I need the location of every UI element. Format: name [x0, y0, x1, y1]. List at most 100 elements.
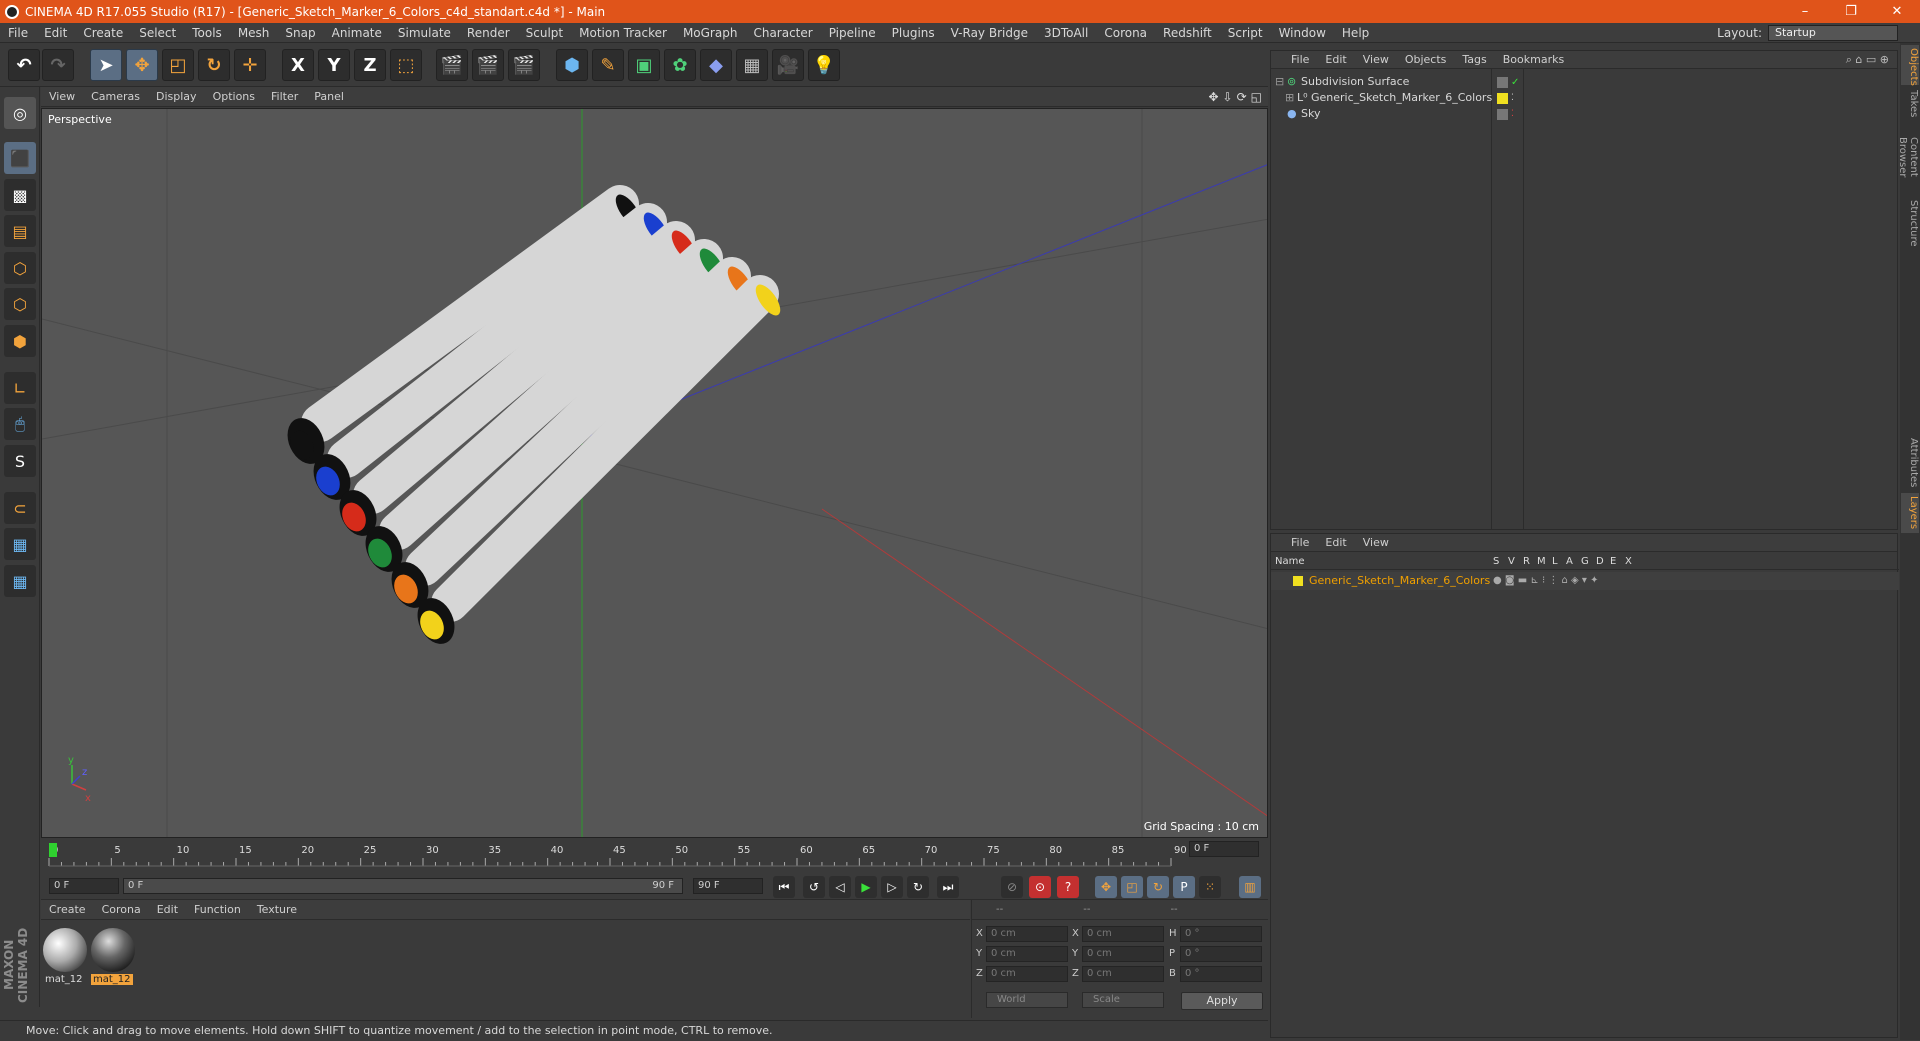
step-back-icon[interactable]: ◁	[829, 876, 851, 898]
menu-edit[interactable]: Edit	[36, 26, 75, 40]
menu-help[interactable]: Help	[1334, 26, 1377, 40]
obj-menu-view[interactable]: View	[1355, 53, 1397, 66]
undo-icon[interactable]: ↶	[8, 49, 40, 81]
layer-col-generators[interactable]: G	[1581, 556, 1589, 567]
viewport-menu-filter[interactable]: Filter	[263, 90, 306, 103]
viewport-menu-view[interactable]: View	[41, 90, 83, 103]
layer-col-deformers[interactable]: D	[1596, 556, 1604, 567]
perspective-viewport[interactable]: y x z Perspective Grid Spacing : 10 cm	[41, 108, 1268, 838]
menu-select[interactable]: Select	[131, 26, 184, 40]
viewport-pan-icon[interactable]: ✥	[1208, 90, 1218, 104]
viewport-menu-panel[interactable]: Panel	[306, 90, 352, 103]
size-mode-select[interactable]: Scale	[1082, 992, 1164, 1008]
enabled-check-icon[interactable]: ✓	[1511, 77, 1522, 88]
tab-takes[interactable]: Takes	[1901, 87, 1919, 117]
layout-select[interactable]: Startup	[1768, 25, 1898, 41]
mat-menu-edit[interactable]: Edit	[149, 903, 186, 916]
size-z-field[interactable]: 0 cm	[1082, 966, 1164, 982]
layer-menu-edit[interactable]: Edit	[1317, 536, 1354, 549]
layer-col-locked[interactable]: L	[1552, 556, 1558, 567]
rot-b-field[interactable]: 0 °	[1180, 966, 1262, 982]
last-tool-icon[interactable]: ✛	[234, 49, 266, 81]
step-forward-icon[interactable]: ▷	[881, 876, 903, 898]
menu-file[interactable]: File	[0, 26, 36, 40]
layer-col-xref[interactable]: X	[1625, 556, 1632, 567]
menu-plugins[interactable]: Plugins	[884, 26, 943, 40]
sculpt-mode-icon[interactable]: S	[4, 445, 36, 477]
menu-mograph[interactable]: MoGraph	[675, 26, 746, 40]
mat-menu-corona[interactable]: Corona	[94, 903, 149, 916]
key-rotation-icon[interactable]: ↻	[1147, 876, 1169, 898]
loop-icon[interactable]: ↺	[803, 876, 825, 898]
layer-col-manager[interactable]: M	[1537, 556, 1546, 567]
model-mode-icon[interactable]: ⬛	[4, 142, 36, 174]
tab-structure[interactable]: Structure	[1901, 197, 1919, 247]
layer-row[interactable]: Generic_Sketch_Marker_6_Colors ● ◙ ▬ ⊾ ⁝…	[1271, 572, 1899, 590]
key-param-icon[interactable]: P	[1173, 876, 1195, 898]
make-editable-icon[interactable]: ◎	[4, 97, 36, 129]
menu-simulate[interactable]: Simulate	[390, 26, 459, 40]
edit-visibility-icon[interactable]	[1497, 77, 1508, 88]
menu-window[interactable]: Window	[1271, 26, 1334, 40]
obj-menu-file[interactable]: File	[1283, 53, 1317, 66]
min-frame-field[interactable]: 0 F	[49, 878, 119, 894]
menu-pipeline[interactable]: Pipeline	[821, 26, 884, 40]
coord-space-select[interactable]: World	[986, 992, 1068, 1008]
layer-col-view[interactable]: V	[1508, 556, 1515, 567]
layer-menu-file[interactable]: File	[1283, 536, 1317, 549]
key-position-icon[interactable]: ✥	[1095, 876, 1117, 898]
texture-mode-icon[interactable]: ▩	[4, 179, 36, 211]
play-forward-icon[interactable]: ▶	[855, 876, 877, 898]
light-bulb-icon[interactable]: 💡	[808, 49, 840, 81]
visibility-dots-icon[interactable]: ⁚	[1511, 109, 1522, 120]
workplane-mode-icon[interactable]: ▤	[4, 215, 36, 247]
rot-h-field[interactable]: 0 °	[1180, 926, 1262, 942]
z-axis-lock-button[interactable]: Z	[354, 49, 386, 81]
menu-mesh[interactable]: Mesh	[230, 26, 278, 40]
menu-corona[interactable]: Corona	[1096, 26, 1155, 40]
layer-col-name[interactable]: Name	[1275, 556, 1305, 567]
restore-button[interactable]: ❐	[1828, 0, 1874, 23]
rot-p-field[interactable]: 0 °	[1180, 946, 1262, 962]
visibility-dots-icon[interactable]: ⁚	[1511, 93, 1522, 104]
x-axis-lock-button[interactable]: X	[282, 49, 314, 81]
layer-color-swatch[interactable]	[1293, 576, 1303, 586]
subdivision-generator-icon[interactable]: ▣	[628, 49, 660, 81]
render-picture-viewer-icon[interactable]: 🎬	[472, 49, 504, 81]
viewport-orbit-icon[interactable]: ⟳	[1237, 90, 1247, 104]
minimize-button[interactable]: –	[1782, 0, 1828, 23]
layer-color-tag[interactable]	[1497, 93, 1508, 104]
mograph-cloner-icon[interactable]: ✿	[664, 49, 696, 81]
menu-animate[interactable]: Animate	[324, 26, 390, 40]
key-scale-icon[interactable]: ◰	[1121, 876, 1143, 898]
keyframe-disabled-icon[interactable]: ⊘	[1001, 876, 1023, 898]
material-swatch[interactable]: mat_12	[43, 928, 87, 986]
pos-z-field[interactable]: 0 cm	[986, 966, 1068, 982]
layer-col-animation[interactable]: A	[1566, 556, 1573, 567]
snap-magnet-icon[interactable]: ⊂	[4, 492, 36, 524]
max-frame-field[interactable]: 90 F	[693, 878, 763, 894]
menu-vray-bridge[interactable]: V-Ray Bridge	[943, 26, 1036, 40]
current-frame-field[interactable]: 0 F	[1189, 841, 1259, 857]
obj-menu-objects[interactable]: Objects	[1397, 53, 1455, 66]
autokey-icon[interactable]: ?	[1057, 876, 1079, 898]
menu-create[interactable]: Create	[75, 26, 131, 40]
apply-button[interactable]: Apply	[1181, 992, 1263, 1010]
viewport-menu-options[interactable]: Options	[205, 90, 263, 103]
mat-menu-texture[interactable]: Texture	[249, 903, 305, 916]
key-pla-icon[interactable]: ⁙	[1199, 876, 1221, 898]
axis-mode-icon[interactable]: ∟	[4, 372, 36, 404]
object-row[interactable]: ● Sky ⁚	[1271, 105, 1899, 123]
record-loop-icon[interactable]: ↻	[907, 876, 929, 898]
viewport-menu-cameras[interactable]: Cameras	[83, 90, 148, 103]
edit-visibility-icon[interactable]	[1497, 109, 1508, 120]
menu-motion-tracker[interactable]: Motion Tracker	[571, 26, 675, 40]
timeline-ruler[interactable]: 051015202530354045505560657075808590 0 F	[41, 838, 1268, 872]
size-x-field[interactable]: 0 cm	[1082, 926, 1164, 942]
menu-tools[interactable]: Tools	[184, 26, 230, 40]
render-settings-icon[interactable]: 🎬	[508, 49, 540, 81]
redo-icon[interactable]: ↷	[42, 49, 74, 81]
move-tool-icon[interactable]: ✥	[126, 49, 158, 81]
viewport-maximize-icon[interactable]: ◱	[1251, 90, 1262, 104]
pos-y-field[interactable]: 0 cm	[986, 946, 1068, 962]
